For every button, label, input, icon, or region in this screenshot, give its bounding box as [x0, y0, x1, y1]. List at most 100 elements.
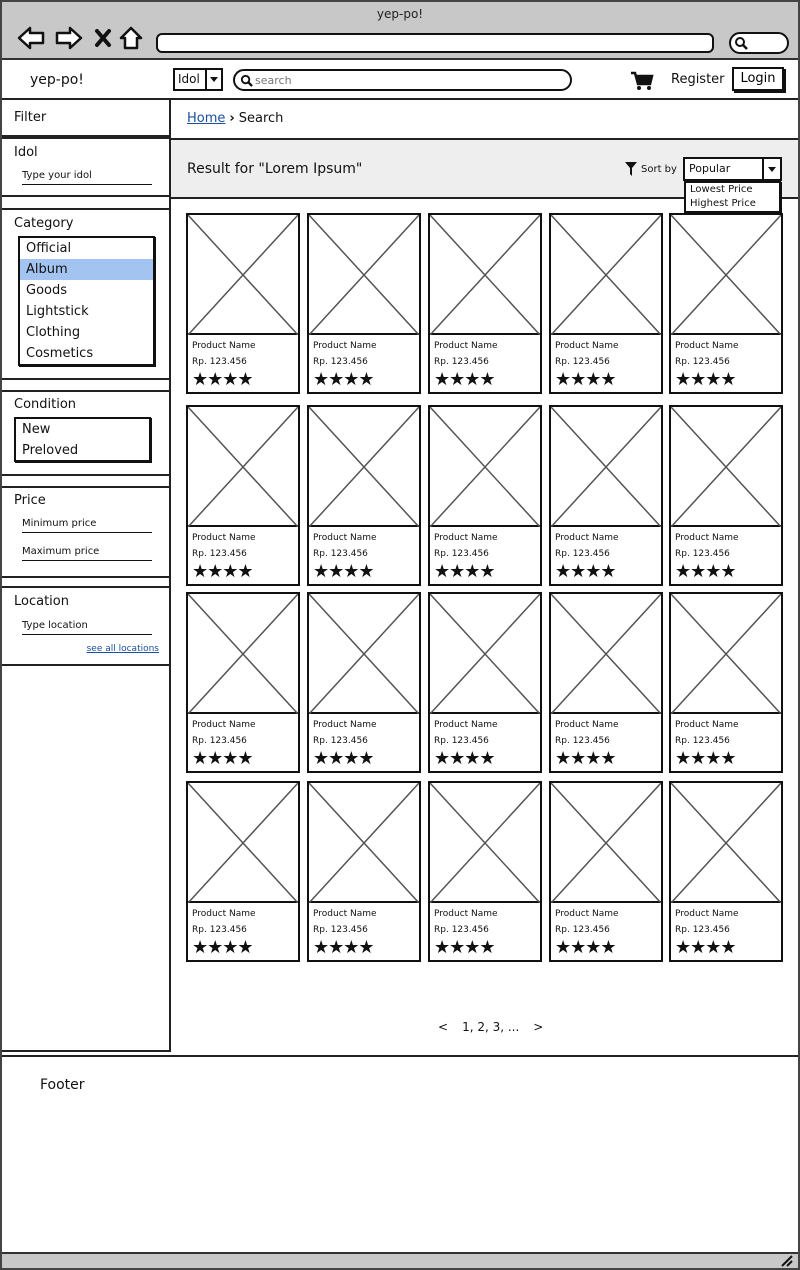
breadcrumb-home-link[interactable]: Home — [187, 111, 225, 126]
condition-list[interactable]: New Preloved — [14, 417, 151, 462]
product-name[interactable]: Product Name — [675, 720, 739, 730]
price-filter-title: Price — [14, 493, 46, 508]
product-card[interactable]: Product Name Rp. 123.456 ★★★★ — [307, 213, 421, 394]
product-card[interactable]: Product Name Rp. 123.456 ★★★★ — [428, 592, 542, 773]
product-card[interactable]: Product Name Rp. 123.456 ★★★★ — [428, 781, 542, 962]
product-image-placeholder[interactable] — [429, 782, 541, 904]
see-all-locations-link[interactable]: see all locations — [87, 644, 159, 654]
product-name[interactable]: Product Name — [675, 533, 739, 543]
product-name[interactable]: Product Name — [555, 720, 619, 730]
product-image-placeholder[interactable] — [550, 782, 662, 904]
product-card[interactable]: Product Name Rp. 123.456 ★★★★ — [549, 592, 663, 773]
product-image-placeholder[interactable] — [308, 214, 420, 336]
product-card[interactable]: Product Name Rp. 123.456 ★★★★ — [428, 405, 542, 586]
product-name[interactable]: Product Name — [675, 341, 739, 351]
product-name[interactable]: Product Name — [555, 909, 619, 919]
product-image-placeholder[interactable] — [429, 406, 541, 528]
login-button[interactable]: Login — [732, 67, 784, 91]
product-name[interactable]: Product Name — [313, 720, 377, 730]
product-image-placeholder[interactable] — [187, 593, 299, 715]
category-option-official[interactable]: Official — [20, 238, 153, 259]
product-card[interactable]: Product Name Rp. 123.456 ★★★★ — [669, 592, 783, 773]
product-image-placeholder[interactable] — [670, 214, 782, 336]
product-image-placeholder[interactable] — [187, 782, 299, 904]
location-input-placeholder: Type location — [22, 620, 88, 631]
product-name[interactable]: Product Name — [192, 909, 256, 919]
product-image-placeholder[interactable] — [187, 406, 299, 528]
product-card[interactable]: Product Name Rp. 123.456 ★★★★ — [307, 405, 421, 586]
location-input[interactable]: Type location — [22, 618, 152, 635]
product-card[interactable]: Product Name Rp. 123.456 ★★★★ — [186, 405, 300, 586]
product-card[interactable]: Product Name Rp. 123.456 ★★★★ — [669, 405, 783, 586]
home-icon[interactable] — [116, 24, 146, 52]
product-image-placeholder[interactable] — [187, 214, 299, 336]
product-card[interactable]: Product Name Rp. 123.456 ★★★★ — [549, 781, 663, 962]
product-name[interactable]: Product Name — [434, 720, 498, 730]
sort-option-highest-price[interactable]: Highest Price — [686, 197, 779, 211]
back-arrow-icon[interactable] — [16, 24, 46, 52]
product-image-placeholder[interactable] — [308, 593, 420, 715]
product-card[interactable]: Product Name Rp. 123.456 ★★★★ — [669, 213, 783, 394]
category-list[interactable]: Official Album Goods Lightstick Clothing… — [18, 236, 155, 366]
site-logo[interactable]: yep-po! — [30, 72, 84, 88]
product-image-placeholder[interactable] — [670, 782, 782, 904]
pagination-next[interactable]: > — [533, 1020, 543, 1034]
product-name[interactable]: Product Name — [555, 341, 619, 351]
product-name[interactable]: Product Name — [192, 341, 256, 351]
max-price-input[interactable]: Maximum price — [22, 544, 152, 561]
product-card[interactable]: Product Name Rp. 123.456 ★★★★ — [307, 592, 421, 773]
cart-icon[interactable] — [630, 71, 654, 95]
product-name[interactable]: Product Name — [313, 533, 377, 543]
rating-stars: ★★★★ — [313, 371, 375, 389]
category-option-cosmetics[interactable]: Cosmetics — [20, 343, 153, 364]
product-image-placeholder[interactable] — [308, 406, 420, 528]
product-image-placeholder[interactable] — [308, 782, 420, 904]
product-card[interactable]: Product Name Rp. 123.456 ★★★★ — [428, 213, 542, 394]
product-card[interactable]: Product Name Rp. 123.456 ★★★★ — [669, 781, 783, 962]
product-name[interactable]: Product Name — [434, 909, 498, 919]
product-card[interactable]: Product Name Rp. 123.456 ★★★★ — [549, 405, 663, 586]
min-price-input[interactable]: Minimum price — [22, 516, 152, 533]
category-option-lightstick[interactable]: Lightstick — [20, 301, 153, 322]
category-option-album[interactable]: Album — [20, 259, 153, 280]
register-link[interactable]: Register — [671, 72, 725, 87]
sort-option-lowest-price[interactable]: Lowest Price — [686, 183, 779, 197]
search-input[interactable] — [255, 72, 555, 88]
idol-select[interactable]: Idol — [173, 68, 223, 91]
product-image-placeholder[interactable] — [429, 214, 541, 336]
product-image-placeholder[interactable] — [550, 593, 662, 715]
idol-input[interactable]: Type your idol — [22, 168, 152, 185]
product-name[interactable]: Product Name — [192, 533, 256, 543]
search-bar[interactable] — [233, 69, 572, 91]
product-card[interactable]: Product Name Rp. 123.456 ★★★★ — [186, 781, 300, 962]
product-image-placeholder[interactable] — [550, 214, 662, 336]
sort-select[interactable]: Popular — [683, 157, 782, 181]
product-name[interactable]: Product Name — [434, 533, 498, 543]
product-card[interactable]: Product Name Rp. 123.456 ★★★★ — [307, 781, 421, 962]
product-card[interactable]: Product Name Rp. 123.456 ★★★★ — [549, 213, 663, 394]
condition-option-new[interactable]: New — [16, 419, 149, 440]
product-image-placeholder[interactable] — [429, 593, 541, 715]
product-name[interactable]: Product Name — [675, 909, 739, 919]
product-image-placeholder[interactable] — [670, 593, 782, 715]
product-image-placeholder[interactable] — [670, 406, 782, 528]
url-bar[interactable] — [156, 33, 714, 53]
product-name[interactable]: Product Name — [555, 533, 619, 543]
product-card[interactable]: Product Name Rp. 123.456 ★★★★ — [186, 213, 300, 394]
product-card[interactable]: Product Name Rp. 123.456 ★★★★ — [186, 592, 300, 773]
category-option-goods[interactable]: Goods — [20, 280, 153, 301]
product-name[interactable]: Product Name — [192, 720, 256, 730]
pagination-pages[interactable]: 1, 2, 3, ... — [462, 1020, 519, 1034]
category-option-clothing[interactable]: Clothing — [20, 322, 153, 343]
resize-grip-icon[interactable] — [780, 1255, 794, 1267]
browser-search-field[interactable] — [729, 32, 789, 54]
product-name[interactable]: Product Name — [313, 909, 377, 919]
stop-icon[interactable] — [88, 24, 118, 52]
product-name[interactable]: Product Name — [313, 341, 377, 351]
star-icon: ★ — [600, 748, 616, 769]
product-image-placeholder[interactable] — [550, 406, 662, 528]
forward-arrow-icon[interactable] — [54, 24, 84, 52]
pagination-prev[interactable]: < — [438, 1020, 448, 1034]
product-name[interactable]: Product Name — [434, 341, 498, 351]
condition-option-preloved[interactable]: Preloved — [16, 440, 149, 461]
